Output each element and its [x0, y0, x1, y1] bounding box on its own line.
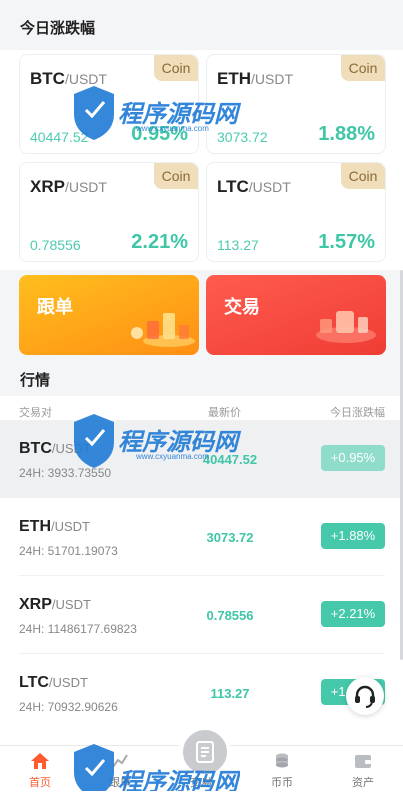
follow-banner[interactable]: 跟单	[19, 275, 199, 355]
row-last-price: 113.27	[210, 686, 250, 701]
row-last-price: 3073.72	[206, 530, 254, 545]
market-row-btc[interactable]: BTC/USDT 24H: 3933.73550 40447.52 +0.95%	[0, 420, 403, 498]
ticker-pair: ETH/USDT	[217, 69, 293, 88]
market-row-ltc[interactable]: LTC/USDT 24H: 70932.90626 113.27 +1.57%	[0, 654, 403, 732]
ticker-price: 40447.52	[30, 129, 89, 145]
market-row-eth[interactable]: ETH/USDT 24H: 51701.19073 3073.72 +1.88%	[0, 498, 403, 576]
market-title: 行情	[0, 366, 403, 396]
trade-banner[interactable]: 交易	[206, 275, 386, 355]
market-table: 交易对 最新价 今日涨跌幅 BTC/USDT 24H: 3933.73550 4…	[0, 396, 403, 746]
ticker-pair: XRP/USDT	[30, 177, 107, 196]
market-row-xrp[interactable]: XRP/USDT 24H: 11486177.69823 0.78556 +2.…	[0, 576, 403, 654]
coins-icon	[276, 753, 288, 768]
tab-coin[interactable]: 币币	[242, 746, 322, 792]
row-pair: BTC/USDT	[19, 440, 91, 457]
ticker-cards: Coin BTC/USDT 40447.52 0.95% Coin ETH/US…	[0, 50, 403, 270]
document-icon	[196, 741, 214, 763]
ticker-change: 1.57%	[318, 231, 375, 253]
tab-follow[interactable]: 跟单	[80, 746, 160, 792]
ticker-pair: LTC/USDT	[217, 177, 291, 196]
row-change-badge: +1.88%	[321, 523, 385, 549]
coin-badge: Coin	[341, 55, 385, 81]
row-pair: LTC/USDT	[19, 674, 88, 691]
tab-assets[interactable]: 资产	[323, 746, 403, 792]
col-change-header: 今日涨跌幅	[330, 407, 385, 419]
row-pair: ETH/USDT	[19, 518, 90, 535]
ticker-change: 1.88%	[318, 123, 375, 145]
ticker-card-xrp[interactable]: Coin XRP/USDT 0.78556 2.21%	[19, 162, 199, 262]
col-last-header: 最新价	[208, 407, 241, 419]
row-pair: XRP/USDT	[19, 596, 91, 613]
follow-illustration	[131, 313, 195, 347]
coin-badge: Coin	[154, 55, 198, 81]
ticker-change: 2.21%	[131, 231, 188, 253]
row-volume: 24H: 3933.73550	[19, 466, 112, 480]
center-trade-button[interactable]	[179, 726, 231, 778]
support-button[interactable]	[346, 677, 384, 715]
tab-home-label: 首页	[29, 777, 51, 789]
tab-coin-label: 币币	[271, 777, 293, 789]
tab-home[interactable]: 首页	[0, 746, 80, 792]
home-icon	[31, 753, 49, 769]
trade-illustration	[316, 311, 376, 343]
row-volume: 24H: 51701.19073	[19, 544, 118, 558]
row-change-badge: +2.21%	[321, 601, 385, 627]
tab-follow-label: 跟单	[109, 777, 131, 789]
row-last-price: 0.78556	[206, 608, 254, 623]
ticker-change: 0.95%	[131, 123, 188, 145]
market-table-header: 交易对 最新价 今日涨跌幅	[0, 404, 403, 420]
headset-icon	[355, 685, 375, 708]
ticker-price: 0.78556	[30, 237, 81, 253]
coin-badge: Coin	[154, 163, 198, 189]
row-last-price: 40447.52	[202, 452, 258, 467]
row-change-badge: +0.95%	[321, 445, 385, 471]
follow-icon	[112, 754, 128, 768]
ticker-card-btc[interactable]: Coin BTC/USDT 40447.52 0.95%	[19, 54, 199, 154]
row-volume: 24H: 11486177.69823	[19, 622, 137, 636]
ticker-price: 3073.72	[217, 129, 268, 145]
coin-badge: Coin	[341, 163, 385, 189]
ticker-card-ltc[interactable]: Coin LTC/USDT 113.27 1.57%	[206, 162, 386, 262]
wallet-icon	[355, 755, 371, 768]
today-change-title: 今日涨跌幅	[0, 12, 403, 46]
tab-assets-label: 资产	[352, 777, 374, 789]
ticker-card-eth[interactable]: Coin ETH/USDT 3073.72 1.88%	[206, 54, 386, 154]
ticker-price: 113.27	[217, 237, 259, 253]
col-pair-header: 交易对	[19, 407, 52, 419]
ticker-pair: BTC/USDT	[30, 69, 107, 88]
row-volume: 24H: 70932.90626	[19, 700, 118, 714]
